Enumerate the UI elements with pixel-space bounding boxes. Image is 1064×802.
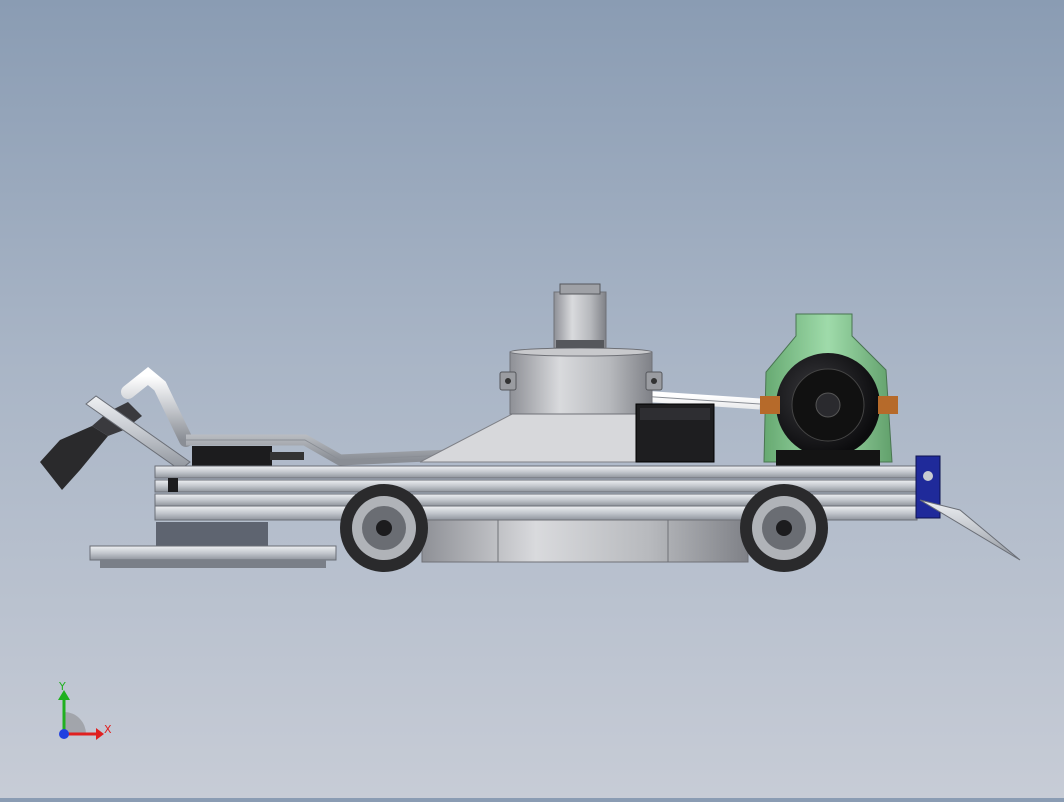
battery-box[interactable] <box>421 519 749 563</box>
pump-unit[interactable] <box>760 313 898 466</box>
cad-viewport[interactable]: Y X <box>0 0 1064 798</box>
triad-x-label: X <box>104 723 112 736</box>
wheel-right[interactable] <box>740 484 828 572</box>
central-hopper[interactable] <box>419 283 663 463</box>
wheel-left[interactable] <box>340 484 428 572</box>
rear-scraper[interactable] <box>915 455 1021 561</box>
controller-box[interactable] <box>192 446 272 466</box>
stepper-motor[interactable] <box>635 403 715 463</box>
triad-y-label: Y <box>58 680 66 693</box>
connector <box>270 452 304 460</box>
brush-plate[interactable] <box>89 522 337 568</box>
model-canvas[interactable]: Y X <box>0 0 1064 798</box>
coordinate-triad-icon: Y X <box>58 680 112 740</box>
